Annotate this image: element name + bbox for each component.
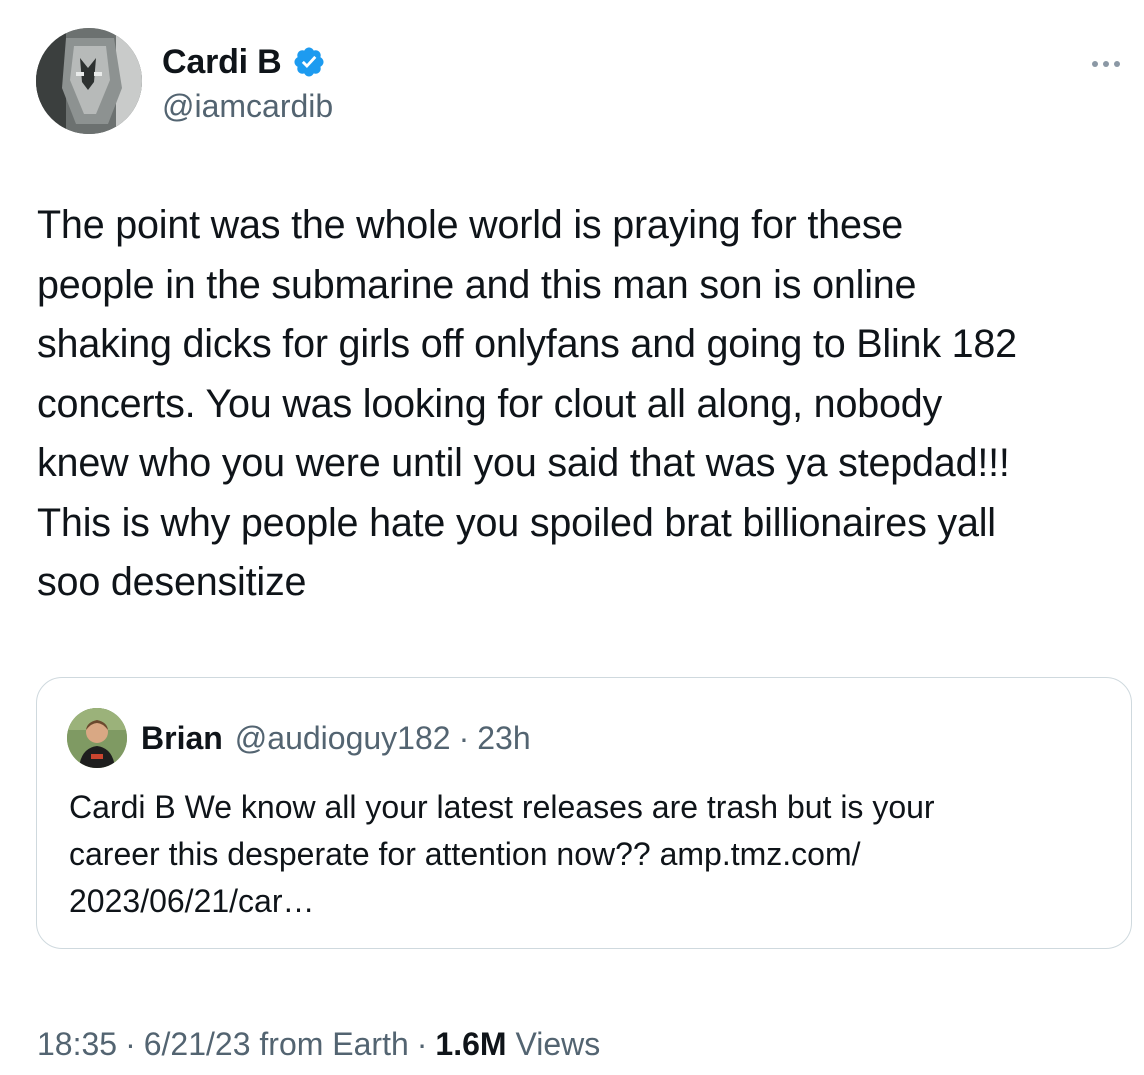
tweet-text: The point was the whole world is praying… xyxy=(37,203,1017,604)
tweet-date-source[interactable]: 6/21/23 from Earth xyxy=(144,1026,409,1062)
quoted-author-name[interactable]: Brian xyxy=(141,718,223,758)
tweet-meta: 18:35 · 6/21/23 from Earth · 1.6M Views xyxy=(37,1022,600,1066)
separator-dot: · xyxy=(458,720,470,756)
separator-dot: · xyxy=(125,1026,136,1062)
tweet-header: Cardi B @iamcardib xyxy=(36,28,1132,140)
author-name-row: Cardi B xyxy=(162,42,326,82)
views-count[interactable]: 1.6M xyxy=(435,1026,506,1062)
tweet-time[interactable]: 18:35 xyxy=(37,1026,117,1062)
more-dot xyxy=(1114,61,1120,67)
more-dot xyxy=(1092,61,1098,67)
author-handle[interactable]: @iamcardib xyxy=(162,86,333,126)
person-avatar-icon xyxy=(67,708,127,768)
views-label: Views xyxy=(515,1026,601,1062)
quoted-tweet-card[interactable]: Brian @audioguy182 · 23h Cardi B We know… xyxy=(36,677,1132,949)
quoted-tweet-time[interactable]: 23h xyxy=(477,718,530,758)
quoted-tweet-text: Cardi B We know all your latest releases… xyxy=(69,789,935,919)
author-avatar[interactable] xyxy=(36,28,142,134)
more-options-icon[interactable] xyxy=(1084,52,1128,76)
masked-figure-avatar-icon xyxy=(36,28,142,134)
separator-dot: · xyxy=(416,1026,428,1062)
author-display-name[interactable]: Cardi B xyxy=(162,42,282,82)
quoted-author-avatar[interactable] xyxy=(67,708,127,768)
quoted-tweet-header: Brian @audioguy182 · 23h xyxy=(67,708,531,768)
verified-badge-icon[interactable] xyxy=(292,45,326,79)
quoted-author-handle[interactable]: @audioguy182 xyxy=(235,718,451,758)
more-dot xyxy=(1103,61,1109,67)
